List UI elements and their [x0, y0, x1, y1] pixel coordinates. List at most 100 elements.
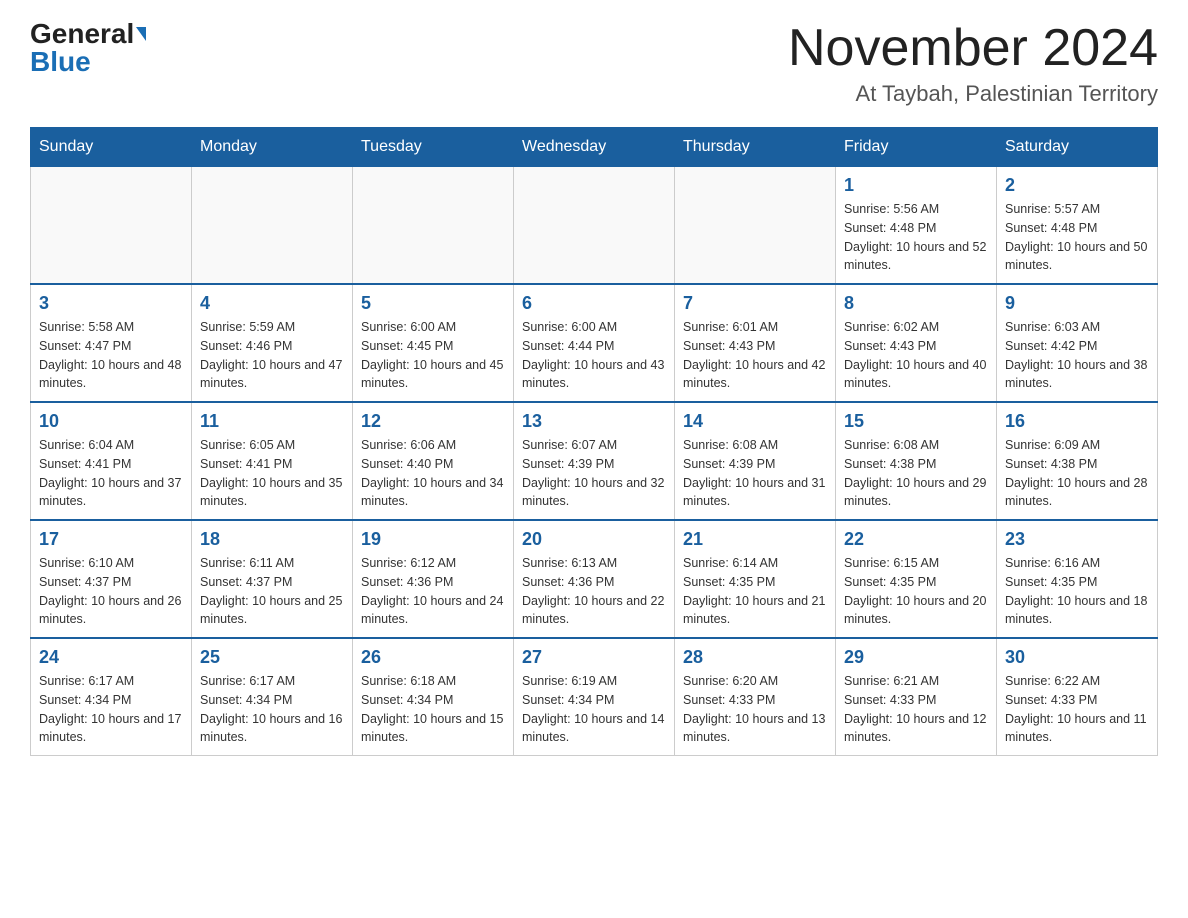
day-info: Sunrise: 6:22 AMSunset: 4:33 PMDaylight:…: [1005, 672, 1149, 747]
weekday-header-friday: Friday: [836, 128, 997, 167]
day-number: 11: [200, 411, 344, 432]
calendar-cell: 17 Sunrise: 6:10 AMSunset: 4:37 PMDayligh…: [31, 520, 192, 638]
day-number: 19: [361, 529, 505, 550]
month-title: November 2024: [788, 20, 1158, 77]
day-number: 9: [1005, 293, 1149, 314]
calendar-cell: 24 Sunrise: 6:17 AMSunset: 4:34 PMDayligh…: [31, 638, 192, 756]
day-number: 14: [683, 411, 827, 432]
calendar-cell: 25 Sunrise: 6:17 AMSunset: 4:34 PMDayligh…: [192, 638, 353, 756]
day-info: Sunrise: 6:05 AMSunset: 4:41 PMDaylight:…: [200, 436, 344, 511]
calendar-table: SundayMondayTuesdayWednesdayThursdayFrid…: [30, 127, 1158, 756]
day-number: 8: [844, 293, 988, 314]
calendar-cell: 18 Sunrise: 6:11 AMSunset: 4:37 PMDayligh…: [192, 520, 353, 638]
weekday-header-row: SundayMondayTuesdayWednesdayThursdayFrid…: [31, 128, 1158, 167]
day-info: Sunrise: 6:16 AMSunset: 4:35 PMDaylight:…: [1005, 554, 1149, 629]
day-number: 17: [39, 529, 183, 550]
location-title: At Taybah, Palestinian Territory: [788, 81, 1158, 107]
calendar-cell: 26 Sunrise: 6:18 AMSunset: 4:34 PMDayligh…: [353, 638, 514, 756]
day-info: Sunrise: 6:06 AMSunset: 4:40 PMDaylight:…: [361, 436, 505, 511]
calendar-cell: 4 Sunrise: 5:59 AMSunset: 4:46 PMDaylight…: [192, 284, 353, 402]
day-number: 26: [361, 647, 505, 668]
calendar-cell: 23Sunrise: 6:16 AMSunset: 4:35 PMDayligh…: [997, 520, 1158, 638]
day-number: 12: [361, 411, 505, 432]
day-info: Sunrise: 6:18 AMSunset: 4:34 PMDaylight:…: [361, 672, 505, 747]
day-info: Sunrise: 6:00 AMSunset: 4:45 PMDaylight:…: [361, 318, 505, 393]
page-header: General Blue November 2024 At Taybah, Pa…: [30, 20, 1158, 107]
day-number: 20: [522, 529, 666, 550]
day-info: Sunrise: 6:10 AMSunset: 4:37 PMDaylight:…: [39, 554, 183, 629]
day-info: Sunrise: 5:57 AMSunset: 4:48 PMDaylight:…: [1005, 200, 1149, 275]
day-number: 24: [39, 647, 183, 668]
calendar-cell: 22Sunrise: 6:15 AMSunset: 4:35 PMDayligh…: [836, 520, 997, 638]
calendar-week-row: 24 Sunrise: 6:17 AMSunset: 4:34 PMDayligh…: [31, 638, 1158, 756]
weekday-header-tuesday: Tuesday: [353, 128, 514, 167]
day-info: Sunrise: 6:04 AMSunset: 4:41 PMDaylight:…: [39, 436, 183, 511]
calendar-cell: 9Sunrise: 6:03 AMSunset: 4:42 PMDaylight…: [997, 284, 1158, 402]
day-number: 25: [200, 647, 344, 668]
day-info: Sunrise: 6:08 AMSunset: 4:39 PMDaylight:…: [683, 436, 827, 511]
day-number: 7: [683, 293, 827, 314]
calendar-week-row: 1 Sunrise: 5:56 AMSunset: 4:48 PMDaylight…: [31, 167, 1158, 285]
day-number: 16: [1005, 411, 1149, 432]
calendar-cell: 15 Sunrise: 6:08 AMSunset: 4:38 PMDayligh…: [836, 402, 997, 520]
day-number: 18: [200, 529, 344, 550]
day-info: Sunrise: 6:11 AMSunset: 4:37 PMDaylight:…: [200, 554, 344, 629]
calendar-week-row: 17 Sunrise: 6:10 AMSunset: 4:37 PMDayligh…: [31, 520, 1158, 638]
calendar-cell: 28 Sunrise: 6:20 AMSunset: 4:33 PMDayligh…: [675, 638, 836, 756]
calendar-cell: 19 Sunrise: 6:12 AMSunset: 4:36 PMDayligh…: [353, 520, 514, 638]
day-number: 2: [1005, 175, 1149, 196]
title-section: November 2024 At Taybah, Palestinian Ter…: [788, 20, 1158, 107]
calendar-week-row: 10Sunrise: 6:04 AMSunset: 4:41 PMDayligh…: [31, 402, 1158, 520]
day-info: Sunrise: 6:17 AMSunset: 4:34 PMDaylight:…: [200, 672, 344, 747]
weekday-header-saturday: Saturday: [997, 128, 1158, 167]
calendar-cell: 12 Sunrise: 6:06 AMSunset: 4:40 PMDayligh…: [353, 402, 514, 520]
day-info: Sunrise: 6:17 AMSunset: 4:34 PMDaylight:…: [39, 672, 183, 747]
day-info: Sunrise: 6:19 AMSunset: 4:34 PMDaylight:…: [522, 672, 666, 747]
day-number: 27: [522, 647, 666, 668]
day-info: Sunrise: 6:15 AMSunset: 4:35 PMDaylight:…: [844, 554, 988, 629]
day-info: Sunrise: 6:09 AMSunset: 4:38 PMDaylight:…: [1005, 436, 1149, 511]
logo-arrow-icon: [136, 27, 146, 41]
calendar-cell: [192, 167, 353, 285]
day-number: 28: [683, 647, 827, 668]
day-info: Sunrise: 6:01 AMSunset: 4:43 PMDaylight:…: [683, 318, 827, 393]
day-number: 21: [683, 529, 827, 550]
day-number: 15: [844, 411, 988, 432]
calendar-cell: 27 Sunrise: 6:19 AMSunset: 4:34 PMDayligh…: [514, 638, 675, 756]
day-number: 29: [844, 647, 988, 668]
day-number: 1: [844, 175, 988, 196]
day-info: Sunrise: 6:00 AMSunset: 4:44 PMDaylight:…: [522, 318, 666, 393]
calendar-cell: 11 Sunrise: 6:05 AMSunset: 4:41 PMDayligh…: [192, 402, 353, 520]
day-info: Sunrise: 6:21 AMSunset: 4:33 PMDaylight:…: [844, 672, 988, 747]
weekday-header-monday: Monday: [192, 128, 353, 167]
calendar-cell: 13Sunrise: 6:07 AMSunset: 4:39 PMDayligh…: [514, 402, 675, 520]
day-info: Sunrise: 6:12 AMSunset: 4:36 PMDaylight:…: [361, 554, 505, 629]
calendar-cell: 30Sunrise: 6:22 AMSunset: 4:33 PMDayligh…: [997, 638, 1158, 756]
day-info: Sunrise: 6:08 AMSunset: 4:38 PMDaylight:…: [844, 436, 988, 511]
day-info: Sunrise: 6:13 AMSunset: 4:36 PMDaylight:…: [522, 554, 666, 629]
calendar-cell: 14 Sunrise: 6:08 AMSunset: 4:39 PMDayligh…: [675, 402, 836, 520]
day-number: 6: [522, 293, 666, 314]
calendar-cell: 20 Sunrise: 6:13 AMSunset: 4:36 PMDayligh…: [514, 520, 675, 638]
calendar-cell: [675, 167, 836, 285]
day-info: Sunrise: 5:56 AMSunset: 4:48 PMDaylight:…: [844, 200, 988, 275]
weekday-header-sunday: Sunday: [31, 128, 192, 167]
logo-general-text: General: [30, 20, 134, 48]
calendar-cell: 1 Sunrise: 5:56 AMSunset: 4:48 PMDaylight…: [836, 167, 997, 285]
calendar-cell: [353, 167, 514, 285]
day-info: Sunrise: 6:02 AMSunset: 4:43 PMDaylight:…: [844, 318, 988, 393]
calendar-cell: 10Sunrise: 6:04 AMSunset: 4:41 PMDayligh…: [31, 402, 192, 520]
day-info: Sunrise: 6:20 AMSunset: 4:33 PMDaylight:…: [683, 672, 827, 747]
day-number: 4: [200, 293, 344, 314]
calendar-cell: 7 Sunrise: 6:01 AMSunset: 4:43 PMDaylight…: [675, 284, 836, 402]
day-info: Sunrise: 5:59 AMSunset: 4:46 PMDaylight:…: [200, 318, 344, 393]
calendar-cell: 5Sunrise: 6:00 AMSunset: 4:45 PMDaylight…: [353, 284, 514, 402]
calendar-week-row: 3Sunrise: 5:58 AMSunset: 4:47 PMDaylight…: [31, 284, 1158, 402]
calendar-cell: 29 Sunrise: 6:21 AMSunset: 4:33 PMDayligh…: [836, 638, 997, 756]
calendar-cell: 16 Sunrise: 6:09 AMSunset: 4:38 PMDayligh…: [997, 402, 1158, 520]
calendar-cell: [31, 167, 192, 285]
day-info: Sunrise: 6:07 AMSunset: 4:39 PMDaylight:…: [522, 436, 666, 511]
logo: General Blue: [30, 20, 146, 76]
calendar-cell: 6 Sunrise: 6:00 AMSunset: 4:44 PMDaylight…: [514, 284, 675, 402]
calendar-cell: 2 Sunrise: 5:57 AMSunset: 4:48 PMDaylight…: [997, 167, 1158, 285]
